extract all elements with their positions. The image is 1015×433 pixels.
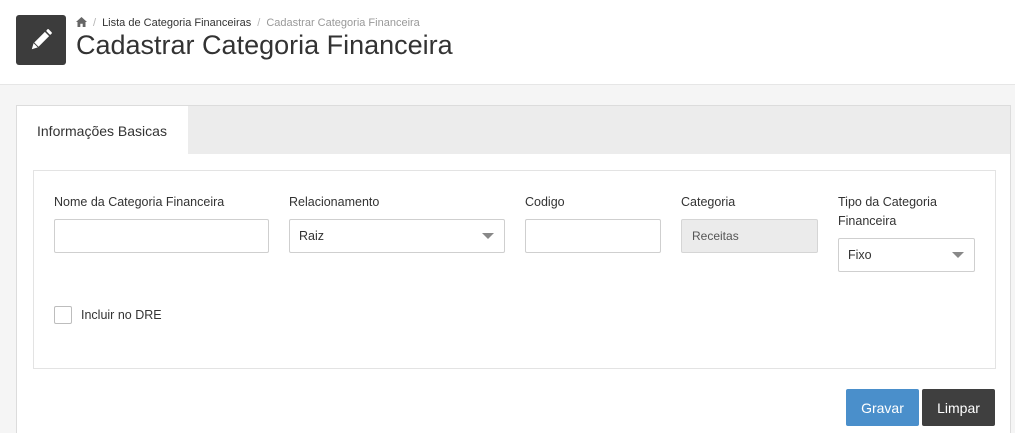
categoria-readonly: Receitas — [681, 219, 818, 253]
codigo-input[interactable] — [525, 219, 661, 253]
incluir-dre-row: Incluir no DRE — [54, 306, 162, 324]
form-panel: Informações Basicas Nome da Categoria Fi… — [16, 105, 1011, 433]
home-icon[interactable] — [76, 16, 87, 30]
field-nome: Nome da Categoria Financeira — [54, 193, 269, 253]
save-button[interactable]: Gravar — [846, 389, 919, 426]
tab-strip: Informações Basicas — [17, 106, 1010, 154]
categoria-label: Categoria — [681, 195, 736, 209]
breadcrumb-link-lista[interactable]: Lista de Categoria Financeiras — [102, 17, 251, 29]
clear-button[interactable]: Limpar — [922, 389, 995, 426]
tipo-select[interactable]: Fixo — [838, 238, 975, 272]
breadcrumb-separator: / — [93, 17, 97, 29]
relacionamento-value: Raiz — [299, 229, 325, 243]
breadcrumb-separator: / — [257, 17, 261, 29]
nome-label: Nome da Categoria Financeira — [54, 195, 225, 209]
field-tipo: Tipo da Categoria Financeira Fixo — [838, 193, 975, 272]
tipo-value: Fixo — [848, 248, 872, 262]
tab-informacoes-basicas[interactable]: Informações Basicas — [17, 106, 188, 154]
relacionamento-select[interactable]: Raiz — [289, 219, 505, 253]
form-body: Nome da Categoria Financeira Relacioname… — [33, 170, 996, 369]
nome-input[interactable] — [54, 219, 269, 253]
incluir-dre-checkbox[interactable] — [54, 306, 72, 324]
relacionamento-label: Relacionamento — [289, 195, 380, 209]
incluir-dre-label[interactable]: Incluir no DRE — [81, 308, 162, 322]
page-header: / Lista de Categoria Financeiras / Cadas… — [0, 0, 1015, 85]
field-codigo: Codigo — [525, 193, 661, 253]
field-categoria: Categoria Receitas — [681, 193, 818, 253]
chevron-down-icon — [482, 233, 494, 239]
tipo-label-line1: Tipo da Categoria — [838, 195, 937, 209]
chevron-down-icon — [952, 252, 964, 258]
breadcrumb-current: Cadastrar Categoria Financeira — [266, 17, 420, 29]
breadcrumb: / Lista de Categoria Financeiras / Cadas… — [76, 16, 420, 30]
field-relacionamento: Relacionamento Raiz — [289, 193, 505, 253]
pencil-icon — [16, 15, 66, 65]
page-title: Cadastrar Categoria Financeira — [76, 30, 453, 60]
codigo-label: Codigo — [525, 195, 565, 209]
tipo-label-line2: Financeira — [838, 214, 897, 228]
